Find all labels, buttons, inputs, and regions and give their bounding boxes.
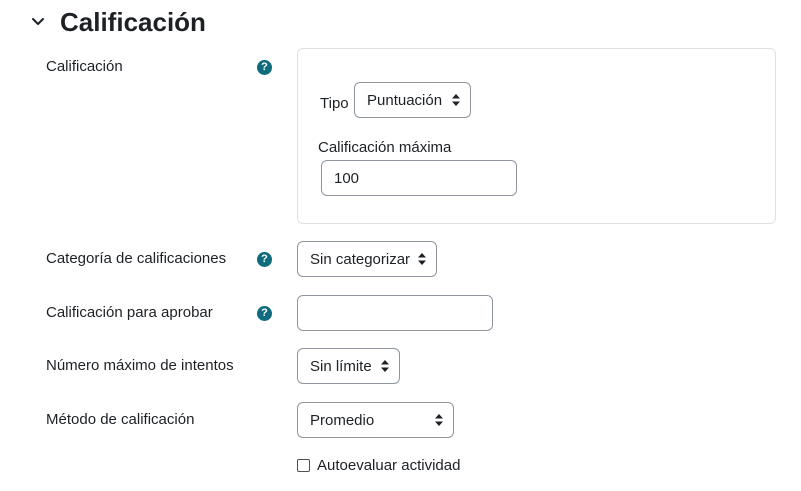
- section-header: Calificación: [26, 4, 206, 40]
- grade-category-label: Categoría de calificaciones: [46, 250, 227, 267]
- grade-to-pass-label: Calificación para aprobar: [46, 304, 213, 321]
- self-assessment-row: Autoevaluar actividad: [297, 457, 460, 474]
- max-attempts-label: Número máximo de intentos: [46, 357, 234, 374]
- grade-type-select[interactable]: Puntuación: [354, 82, 471, 118]
- self-assessment-checkbox[interactable]: [297, 459, 310, 472]
- grading-method-select[interactable]: Promedio: [297, 402, 454, 438]
- max-grade-input[interactable]: [321, 160, 517, 196]
- select-arrows-icon: [381, 360, 389, 372]
- select-arrows-icon: [418, 253, 427, 265]
- section-title: Calificación: [60, 7, 206, 37]
- grade-to-pass-input[interactable]: [297, 295, 493, 331]
- chevron-down-icon[interactable]: [26, 10, 50, 34]
- self-assessment-label[interactable]: Autoevaluar actividad: [317, 457, 460, 474]
- question-circle-icon[interactable]: ?: [257, 306, 272, 321]
- grade-category-value: Sin categorizar: [310, 250, 411, 268]
- grading-method-value: Promedio: [310, 411, 375, 429]
- grade-type-value: Puntuación: [367, 91, 443, 109]
- type-label: Tipo: [320, 95, 349, 112]
- max-grade-label: Calificación máxima: [318, 139, 452, 156]
- grade-label: Calificación: [46, 58, 123, 75]
- grade-category-select[interactable]: Sin categorizar: [297, 241, 437, 277]
- grading-method-label: Método de calificación: [46, 411, 195, 428]
- select-arrows-icon: [435, 414, 443, 426]
- select-arrows-icon: [452, 94, 460, 106]
- grade-fieldset: Tipo Puntuación Calificación máxima: [297, 48, 776, 224]
- max-attempts-select[interactable]: Sin límite: [297, 348, 400, 384]
- max-attempts-value: Sin límite: [310, 357, 372, 375]
- question-circle-icon[interactable]: ?: [257, 252, 272, 267]
- question-circle-icon[interactable]: ?: [257, 60, 272, 75]
